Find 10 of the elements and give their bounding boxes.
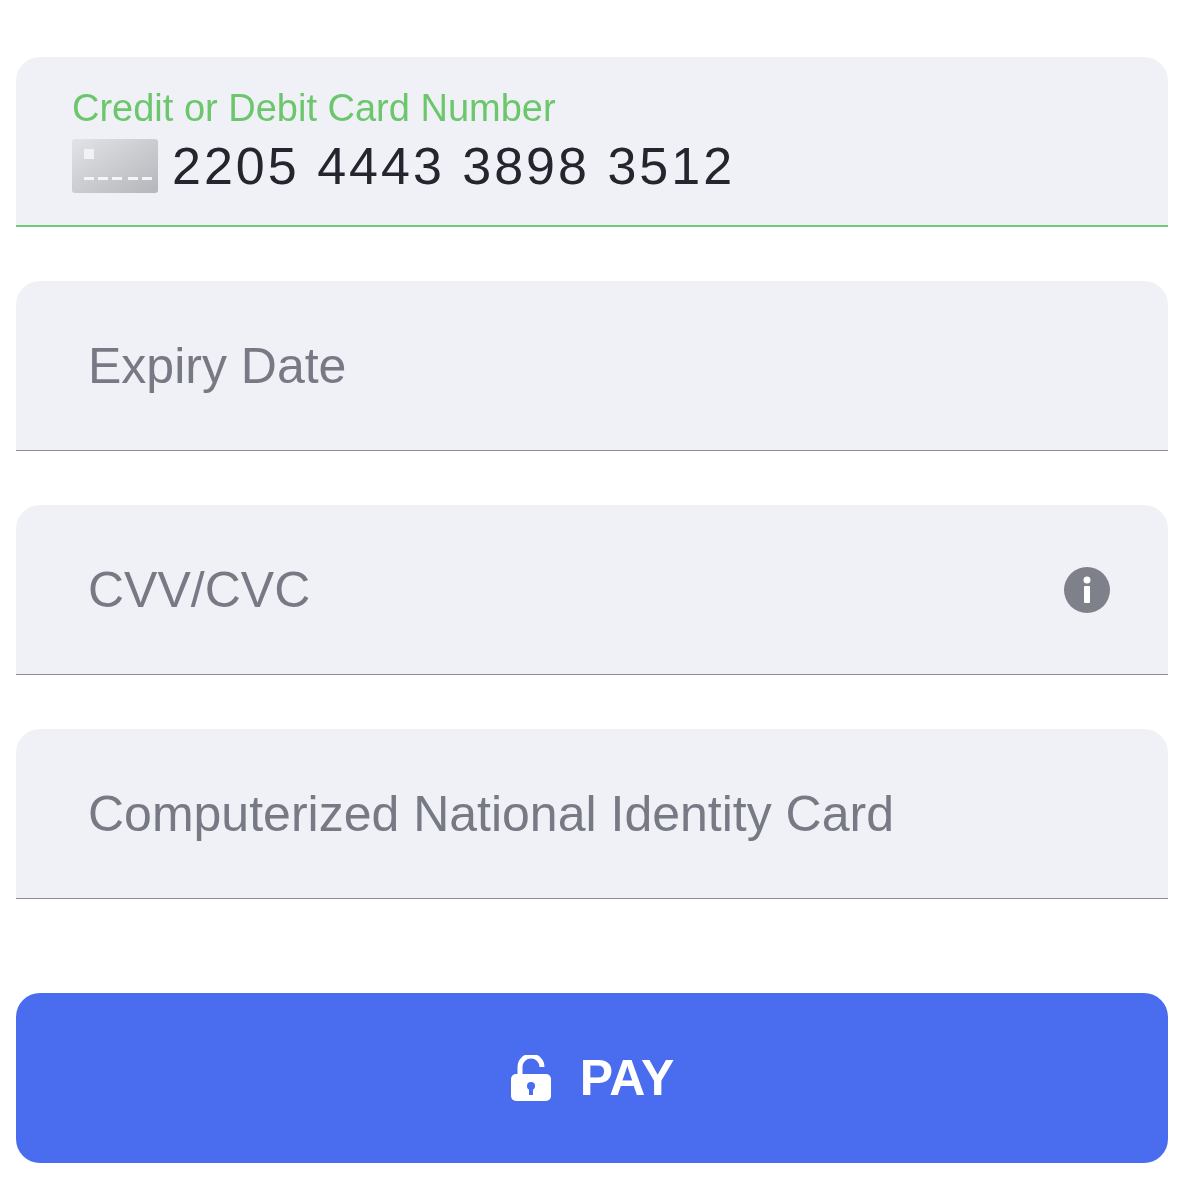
- field-value: 2205 4443 3898 3512: [172, 135, 872, 196]
- input-field[interactable]: Expiry Date: [16, 281, 1168, 451]
- pay-button[interactable]: PAY: [16, 993, 1168, 1163]
- input-field[interactable]: CVV/CVC: [16, 505, 1168, 675]
- card-number-field[interactable]: Credit or Debit Card Number 2205 4443 3898 3512: [16, 57, 1168, 227]
- input-field[interactable]: Computerized National Identity Card: [16, 729, 1168, 899]
- lock-icon: [509, 1055, 552, 1101]
- field-label: Credit or Debit Card Number: [72, 86, 557, 130]
- info-icon[interactable]: [1064, 567, 1110, 613]
- card-icon: [72, 138, 158, 193]
